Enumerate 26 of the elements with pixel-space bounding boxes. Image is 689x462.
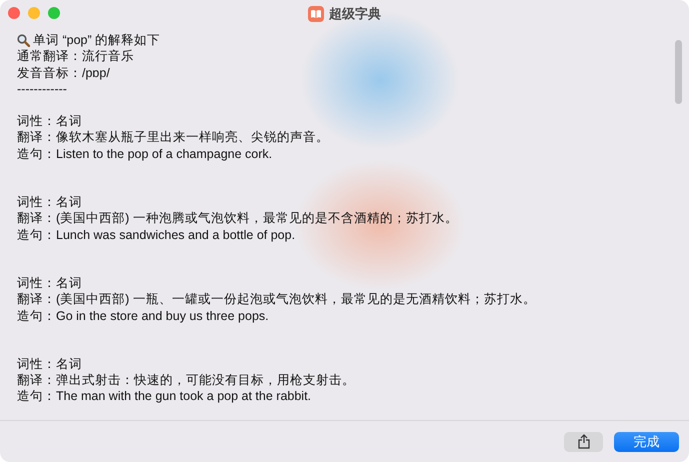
text-line: 词性：名词: [17, 194, 82, 210]
text-line: 翻译：(美国中西部) 一瓶、一罐或一份起泡或气泡饮料，最常见的是无酒精饮料；苏打水。: [17, 291, 536, 308]
text-line: 词性：名词: [17, 113, 82, 130]
done-button[interactable]: 完成: [614, 432, 679, 452]
scrollbar-thumb[interactable]: [675, 40, 682, 104]
share-icon: [578, 434, 590, 449]
text-line: ------------: [17, 80, 67, 98]
minimize-button[interactable]: [28, 7, 40, 19]
text-line: 翻译：弹出式射击：快速的，可能没有目标，用枪支射击。: [17, 372, 355, 388]
text-line: 造句：Listen to the pop of a champagne cork.: [17, 146, 272, 162]
text-line: 造句：The man with the gun took a pop at the rabbit.: [17, 388, 312, 405]
zoom-button[interactable]: [48, 7, 60, 19]
text-line: 词性：名词: [17, 356, 82, 372]
text-line: 发音音标：/pɒp/: [17, 64, 110, 81]
text-line: 翻译：像软木塞从瓶子里出来一样响亮、尖锐的声音。: [17, 129, 329, 146]
text-line: 词性：名词: [17, 274, 82, 292]
window-title: 超级字典: [329, 5, 381, 23]
close-button[interactable]: [8, 7, 20, 19]
text-line: 翻译：(美国中西部) 一种泡腾或气泡饮料，最常见的是不含酒精的；苏打水。: [17, 210, 458, 227]
text-line: 造句：Lunch was sandwiches and a bottle of pop.: [17, 226, 296, 243]
result-heading: 单词 “pop” 的解释如下: [33, 32, 160, 48]
text-line: 通常翻译：流行音乐: [17, 48, 134, 65]
book-icon: [308, 6, 324, 22]
share-button[interactable]: [564, 432, 603, 452]
search-icon: [17, 34, 30, 47]
text-line: 造句：Go in the store and buy us three pops.: [17, 308, 269, 324]
